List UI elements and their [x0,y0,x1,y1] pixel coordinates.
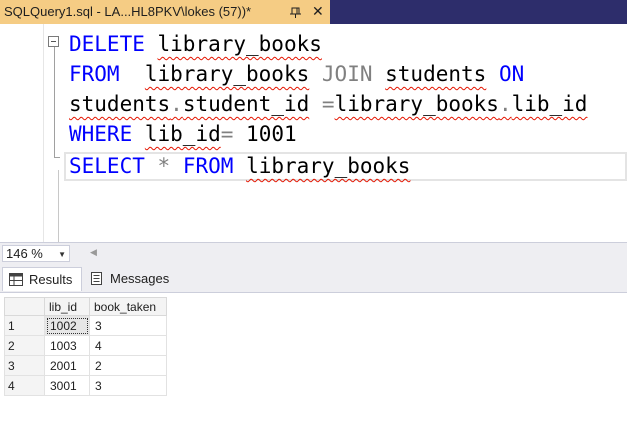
document-tab-strip: SQLQuery1.sql - LA...HL8PKV\lokes (57))*… [0,0,627,24]
identifier: lib_id [144,122,221,146]
editor-status-bar: 146 % ▼ ◀ [0,242,627,264]
identifier: students [69,92,171,116]
scroll-left-icon[interactable]: ◀ [90,247,97,258]
grid-cell[interactable]: 1002 [44,315,90,336]
operator: . [498,92,512,116]
grid-header-row: lib_id book_taken [4,297,167,316]
grid-cell[interactable]: 3 [89,375,167,396]
close-icon[interactable]: ✕ [312,2,324,20]
keyword-where: WHERE [69,122,133,146]
qualified-name: library_books.lib_id [335,92,588,116]
query-tab-title: SQLQuery1.sql - LA...HL8PKV\lokes (57))* [4,4,252,19]
tab-messages[interactable]: Messages [84,267,176,291]
identifier: students [385,62,487,86]
grid-cell[interactable]: 4 [89,335,167,356]
table-row[interactable]: 4 3001 3 [4,375,167,396]
grid-cell[interactable]: 3 [89,315,167,336]
zoom-dropdown[interactable]: 146 % ▼ [2,245,70,262]
grid-cell[interactable]: 2001 [44,355,90,376]
outline-guide [54,47,55,157]
identifier: lib_id [511,92,588,116]
sql-editor[interactable]: DELETE library_books FROM library_books … [0,24,627,242]
code-line-2: FROM library_books JOIN students ON [69,59,524,89]
column-header[interactable]: book_taken [89,297,167,316]
keyword-on: ON [498,62,525,86]
table-row[interactable]: 2 1003 4 [4,335,167,356]
zoom-value: 146 % [6,246,43,261]
identifier: library_books [246,154,411,178]
chevron-down-icon: ▼ [58,250,66,259]
identifier: student_id [182,92,310,116]
column-header[interactable]: lib_id [44,297,90,316]
keyword-delete: DELETE [69,32,145,56]
grid-cell[interactable]: 3001 [44,375,90,396]
tab-results-label: Results [29,272,73,287]
messages-icon [91,272,102,285]
keyword-from: FROM [182,154,234,178]
keyword-join: JOIN [321,62,373,86]
identifier: library_books [157,32,322,56]
tab-messages-label: Messages [110,271,170,286]
operator-star: * [157,154,171,178]
keyword-select: SELECT [69,154,145,178]
grid-cell[interactable]: 2 [89,355,167,376]
operator-equals: = [321,92,335,116]
row-number[interactable]: 1 [4,315,45,336]
table-row[interactable]: 1 1002 3 [4,315,167,336]
identifier: library_books [334,92,499,116]
results-grid-area: lib_id book_taken 1 1002 3 2 1003 4 3 20… [0,292,627,428]
row-number[interactable]: 2 [4,335,45,356]
tab-results[interactable]: Results [2,267,82,291]
keyword-from: FROM [69,62,120,86]
number-literal: 1001 [246,122,297,146]
identifier: library_books [144,62,310,86]
table-row[interactable]: 3 2001 2 [4,355,167,376]
row-number[interactable]: 4 [4,375,45,396]
operator-equals: = [220,122,234,146]
collapse-icon[interactable] [48,36,59,47]
outline-guide-lower [58,170,59,242]
grid-corner[interactable] [4,297,45,316]
code-line-1: DELETE library_books [69,29,322,59]
code-line-3: students.student_id =library_books.lib_i… [69,89,587,119]
pin-icon[interactable] [289,3,303,19]
grid-icon [9,273,23,286]
code-line-5: SELECT * FROM library_books [69,151,410,181]
query-tab[interactable]: SQLQuery1.sql - LA...HL8PKV\lokes (57))*… [0,0,330,24]
grid-cell[interactable]: 1003 [44,335,90,356]
qualified-name: students.student_id [69,92,309,116]
operator: . [170,92,183,116]
outline-guide-end [54,157,60,158]
results-tab-strip: Results Messages [0,264,627,292]
code-line-4: WHERE lib_id= 1001 [69,119,297,149]
results-grid[interactable]: lib_id book_taken 1 1002 3 2 1003 4 3 20… [4,297,167,396]
row-number[interactable]: 3 [4,355,45,376]
gutter-divider [43,24,44,242]
